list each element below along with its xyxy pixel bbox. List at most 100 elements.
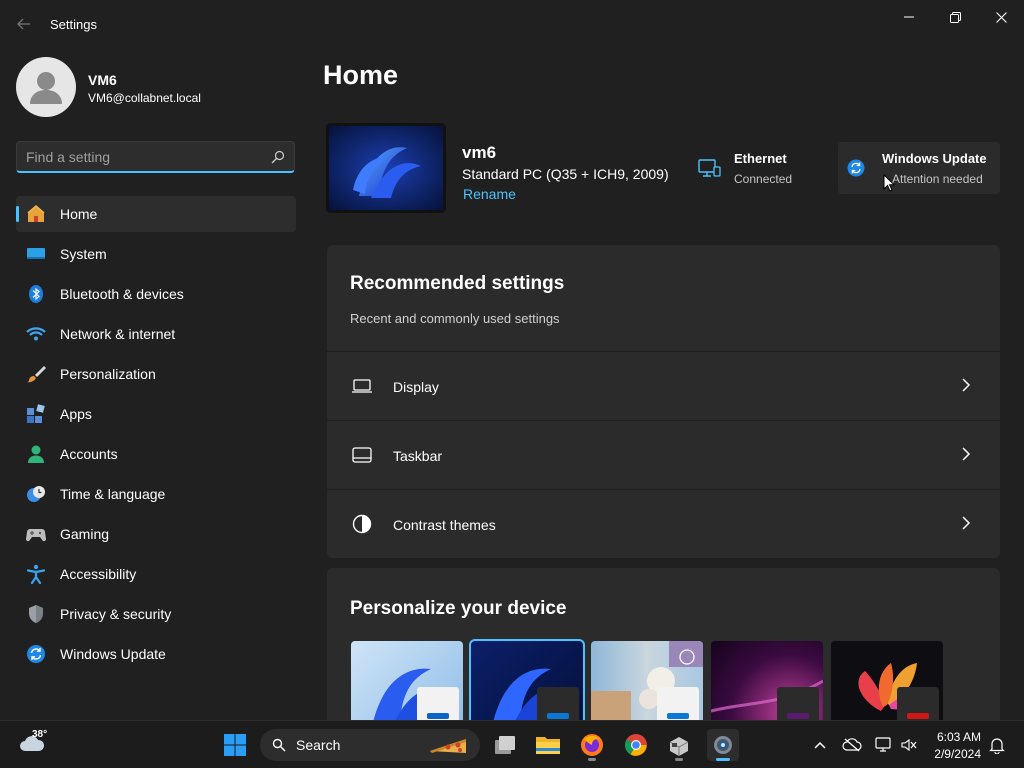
windows-update-card[interactable]: Windows Update Attention needed	[838, 142, 1000, 194]
gamepad-icon	[26, 524, 46, 544]
bell-icon	[989, 738, 1005, 754]
title-bar: Settings	[0, 0, 1024, 48]
running-indicator	[675, 758, 683, 761]
sidebar-item-label: Gaming	[60, 526, 110, 542]
firefox-button[interactable]	[576, 729, 608, 761]
theme-window-preview	[897, 687, 939, 720]
windows-logo-icon	[224, 734, 246, 756]
sidebar-item-label: Accessibility	[60, 566, 137, 582]
volume-button[interactable]	[893, 729, 925, 761]
file-explorer-button[interactable]	[532, 729, 564, 761]
gear-icon	[714, 736, 732, 754]
apps-icon	[26, 404, 46, 424]
sidebar-item-bluetooth[interactable]: Bluetooth & devices	[16, 276, 296, 312]
search-icon[interactable]	[271, 150, 285, 164]
sidebar-item-system[interactable]: System	[16, 236, 296, 272]
sidebar-item-label: Personalization	[60, 366, 156, 382]
theme-window-preview	[537, 687, 579, 720]
task-view-icon	[495, 736, 515, 754]
sidebar-item-label: Bluetooth & devices	[60, 286, 184, 302]
start-button[interactable]	[219, 729, 251, 761]
ethernet-title[interactable]: Ethernet	[734, 151, 787, 166]
search-input[interactable]	[26, 148, 261, 166]
sidebar-item-label: System	[60, 246, 107, 262]
theme-window-preview	[657, 687, 699, 720]
theme-window-preview	[777, 687, 819, 720]
person-icon	[30, 72, 62, 104]
sidebar-item-privacy-security[interactable]: Privacy & security	[16, 596, 296, 632]
notifications-button[interactable]	[981, 729, 1013, 761]
chrome-button[interactable]	[620, 729, 652, 761]
sidebar-nav: Home System Bluetooth & devices Network …	[16, 196, 296, 676]
recommended-row-taskbar[interactable]: Taskbar	[327, 420, 1000, 488]
avatar[interactable]	[16, 57, 76, 117]
active-indicator	[716, 758, 730, 761]
sidebar-item-label: Time & language	[60, 486, 166, 502]
cloud-offline-icon	[842, 738, 862, 752]
clock-time[interactable]: 6:03 AM	[936, 730, 981, 744]
sidebar-item-personalization[interactable]: Personalization	[16, 356, 296, 392]
clock-globe-icon	[26, 484, 46, 504]
chevron-right-icon	[962, 516, 971, 530]
recommended-row-display[interactable]: Display	[327, 351, 1000, 419]
minimize-icon	[904, 16, 914, 18]
sidebar-item-accounts[interactable]: Accounts	[16, 436, 296, 472]
back-button[interactable]	[10, 12, 38, 36]
recommended-row-contrast-themes[interactable]: Contrast themes	[327, 489, 1000, 557]
theme-windows-dark[interactable]	[469, 639, 585, 720]
sidebar-item-time-language[interactable]: Time & language	[16, 476, 296, 512]
settings-window: Settings VM6 VM6@collabnet.local Home	[0, 0, 1024, 720]
profile-name: VM6	[88, 72, 117, 88]
taskbar-search[interactable]: Search	[260, 729, 480, 761]
sidebar-item-gaming[interactable]: Gaming	[16, 516, 296, 552]
sidebar-item-accessibility[interactable]: Accessibility	[16, 556, 296, 592]
minimize-button[interactable]	[886, 4, 932, 30]
device-model: Standard PC (Q35 + ICH9, 2009)	[462, 166, 669, 182]
rename-link[interactable]: Rename	[463, 186, 516, 202]
windows-update-status: Attention needed	[892, 172, 983, 186]
taskbar: 38° Search 6:03 AM 2/9/2024	[0, 720, 1024, 768]
search-box[interactable]	[16, 141, 295, 173]
device-thumbnail[interactable]	[326, 123, 446, 213]
sidebar-item-label: Home	[60, 206, 98, 222]
device-name: vm6	[462, 143, 497, 162]
ethernet-status: Connected	[734, 172, 793, 186]
page-title: Home	[323, 60, 399, 90]
sidebar-item-windows-update[interactable]: Windows Update	[16, 636, 296, 672]
bluetooth-icon	[26, 284, 46, 304]
chevron-right-icon	[962, 447, 971, 461]
bloom-wallpaper-icon	[329, 126, 443, 210]
restore-button[interactable]	[932, 4, 978, 30]
profile-email: VM6@collabnet.local	[88, 91, 201, 105]
theme-accent-bar	[907, 713, 929, 719]
settings-taskbar-button[interactable]	[707, 729, 739, 761]
package-icon	[669, 737, 689, 756]
ethernet-icon[interactable]	[697, 157, 721, 181]
sidebar-item-apps[interactable]: Apps	[16, 396, 296, 432]
personalize-title: Personalize your device	[350, 598, 567, 619]
theme-windows-light[interactable]	[351, 641, 463, 720]
close-button[interactable]	[978, 4, 1024, 30]
back-arrow-icon	[17, 18, 30, 30]
task-view-button[interactable]	[489, 729, 521, 761]
recommended-row-label: Display	[393, 379, 439, 395]
weather-temperature: 38°	[32, 729, 48, 740]
sidebar-item-home[interactable]: Home	[16, 196, 296, 232]
sidebar-item-label: Privacy & security	[60, 606, 172, 622]
recommended-subtitle: Recent and commonly used settings	[350, 311, 560, 326]
theme-captured-motion[interactable]	[831, 641, 943, 720]
app-title: Settings	[50, 17, 97, 32]
contrast-icon	[352, 514, 372, 534]
onedrive-button[interactable]	[836, 729, 868, 761]
shield-icon	[26, 604, 46, 624]
taskbar-search-label: Search	[296, 737, 341, 753]
app-package-button[interactable]	[663, 729, 695, 761]
sidebar-item-network[interactable]: Network & internet	[16, 316, 296, 352]
clock-date[interactable]: 2/9/2024	[930, 747, 981, 761]
show-hidden-icons-button[interactable]	[804, 729, 836, 761]
theme-spotlight[interactable]	[591, 641, 703, 720]
brush-icon	[26, 364, 46, 384]
running-indicator	[588, 758, 596, 761]
recommended-settings-card: Recommended settings Recent and commonly…	[327, 245, 1000, 558]
theme-glow[interactable]	[711, 641, 823, 720]
